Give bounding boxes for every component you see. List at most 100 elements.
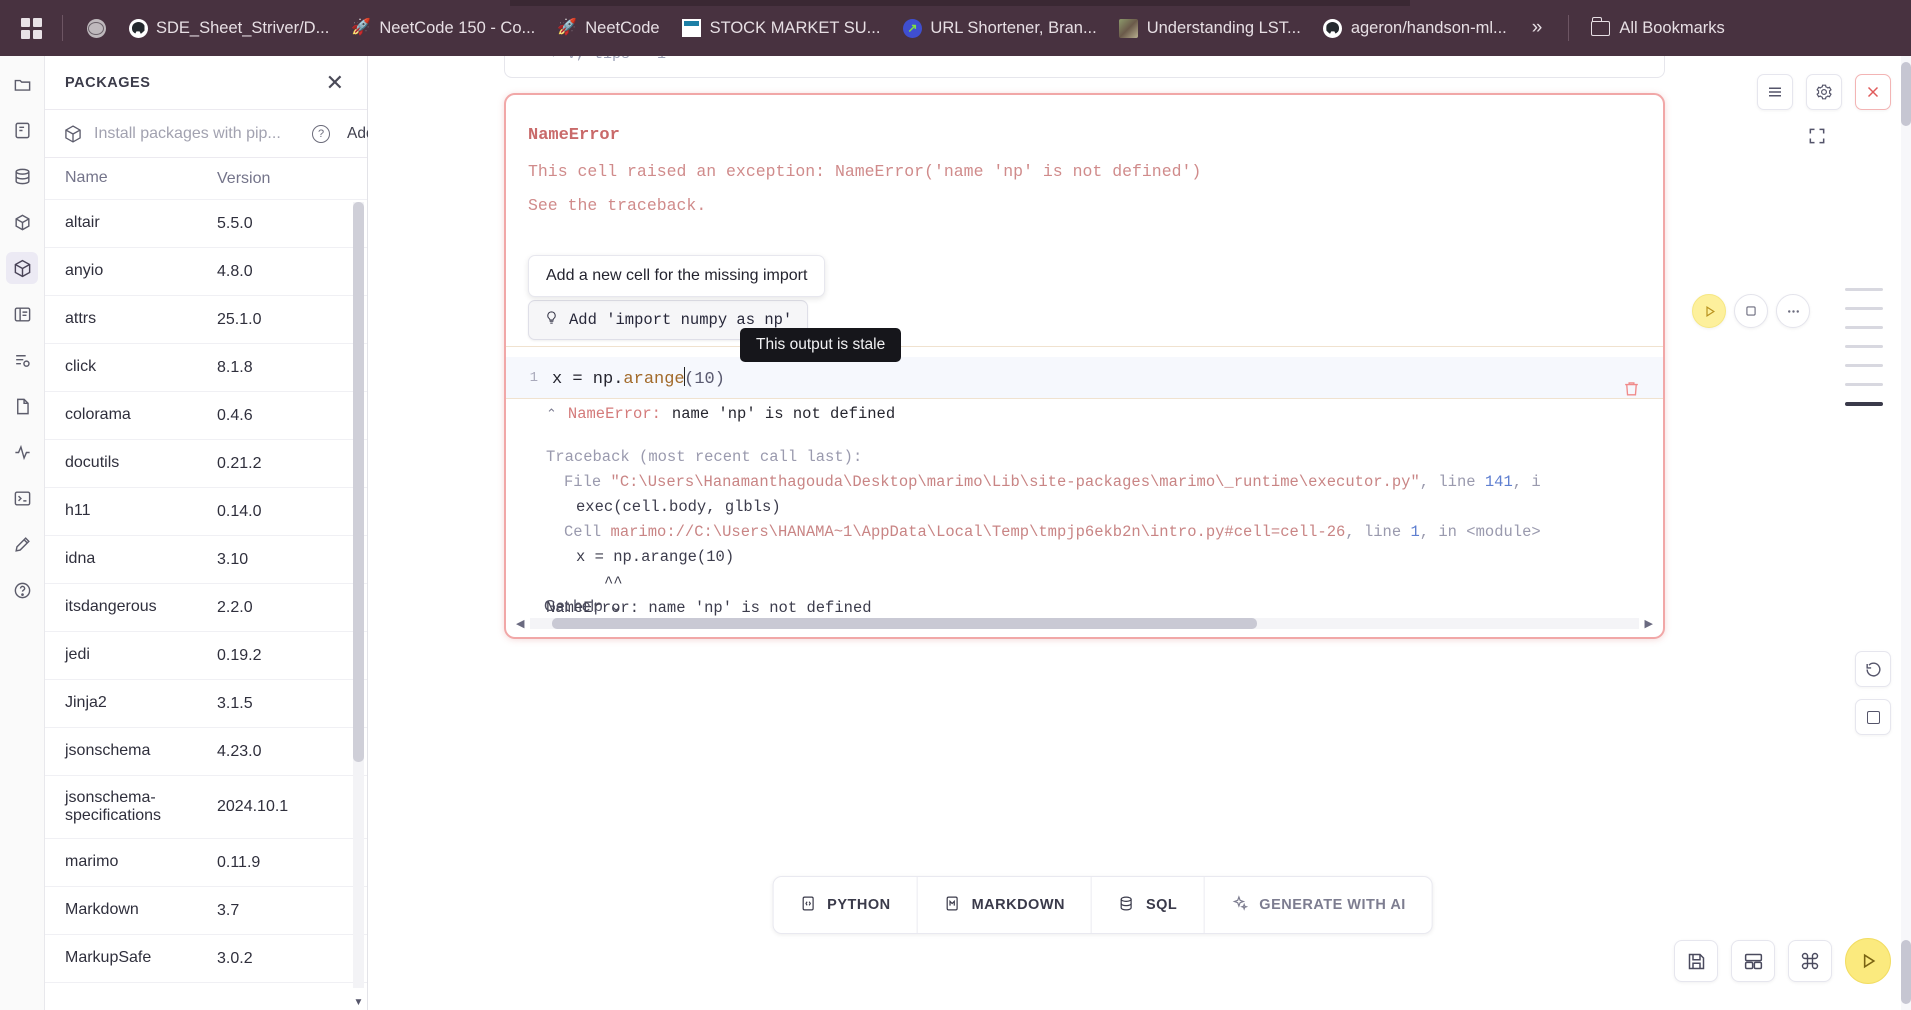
rail-snippets-icon[interactable] — [6, 390, 38, 422]
rail-scratchpad-icon[interactable] — [6, 528, 38, 560]
run-all-button[interactable] — [1845, 938, 1891, 984]
traceback-caret-line: ^^ — [604, 573, 623, 592]
menu-icon[interactable] — [1757, 74, 1793, 110]
traceback-horizontal-scrollbar[interactable]: ◀ ▶ — [516, 617, 1653, 630]
rail-files-icon[interactable] — [6, 68, 38, 100]
minimap-line[interactable] — [1845, 307, 1883, 310]
code-text[interactable]: x = np.arange(10) — [552, 366, 725, 389]
apps-grid-icon[interactable] — [14, 11, 48, 45]
table-row[interactable]: jedi 0.19.2 — [45, 632, 367, 680]
scrollbar-thumb-top[interactable] — [1901, 62, 1911, 126]
close-icon[interactable]: ✕ — [320, 70, 350, 96]
new-cell-python-button[interactable]: PYTHON — [773, 877, 918, 933]
tb-end: , in <module> — [1419, 523, 1541, 542]
stop-square-icon — [1866, 710, 1880, 724]
traceback-header[interactable]: ⌃ NameError: name 'np' is not defined — [546, 405, 1663, 423]
rail-variables-icon[interactable] — [6, 114, 38, 146]
package-name: MarkupSafe — [65, 949, 152, 967]
bookmark-item-6[interactable]: Understanding LST... — [1110, 13, 1310, 43]
scroll-right-icon[interactable]: ▶ — [1645, 617, 1653, 630]
table-row[interactable]: h11 0.14.0 — [45, 488, 367, 536]
minimap-line[interactable] — [1845, 364, 1883, 367]
cell-more-options-button[interactable] — [1776, 294, 1810, 328]
delete-cell-icon[interactable] — [1622, 379, 1641, 401]
bookmark-item-5[interactable]: ↗ URL Shortener, Bran... — [893, 13, 1105, 43]
tb-path: "C:\Users\Hanamanthagouda\Desktop\marimo… — [610, 473, 1420, 492]
new-cell-markdown-button[interactable]: MARKDOWN — [918, 877, 1092, 933]
chevron-up-icon[interactable]: ⌃ — [546, 407, 557, 422]
get-help-label: Get help — [544, 597, 603, 615]
packages-table: Name Version altair 5.5.0 anyio 4.8.0 at… — [45, 158, 367, 1010]
rail-datasources-icon[interactable] — [6, 160, 38, 192]
bookmark-label: NeetCode 150 - Co... — [379, 18, 536, 37]
bookmark-item-2[interactable]: 🚀 NeetCode 150 - Co... — [342, 13, 544, 43]
scroll-left-icon[interactable]: ◀ — [516, 617, 524, 630]
minimap-line[interactable] — [1845, 345, 1883, 348]
table-row[interactable]: marimo 0.11.9 — [45, 839, 367, 887]
table-row[interactable]: altair 5.5.0 — [45, 200, 367, 248]
minimap-line-current[interactable] — [1845, 402, 1883, 406]
rail-outline-icon[interactable] — [6, 298, 38, 330]
layout-button[interactable] — [1731, 940, 1775, 982]
table-row[interactable]: click 8.1.8 — [45, 344, 367, 392]
notebook-minimap[interactable] — [1845, 288, 1883, 406]
gear-icon[interactable] — [1806, 74, 1842, 110]
packages-panel: PACKAGES ✕ ? Add Name Version altair 5.5… — [45, 56, 375, 1010]
document-icon — [682, 18, 702, 38]
minimap-line[interactable] — [1845, 326, 1883, 329]
table-row[interactable]: Markdown 3.7 — [45, 887, 367, 935]
stop-cell-button[interactable] — [1734, 294, 1768, 328]
traceback-line: Traceback (most recent call last): — [546, 448, 863, 466]
code-line-row[interactable]: 1 x = np.arange(10) — [506, 357, 1663, 399]
packages-scrollbar[interactable]: ▼ — [353, 202, 364, 1008]
minimap-line[interactable] — [1845, 288, 1883, 291]
table-row[interactable]: attrs 25.1.0 — [45, 296, 367, 344]
table-row[interactable]: anyio 4.8.0 — [45, 248, 367, 296]
expand-icon[interactable] — [1807, 126, 1827, 149]
table-row[interactable]: jsonschema 4.23.0 — [45, 728, 367, 776]
scrollbar-thumb[interactable] — [353, 202, 364, 762]
all-bookmarks-button[interactable]: All Bookmarks — [1583, 14, 1732, 43]
notebook-vertical-scrollbar[interactable] — [1901, 56, 1911, 1010]
save-button[interactable] — [1674, 940, 1718, 982]
new-cell-ai-button[interactable]: GENERATE WITH AI — [1204, 877, 1432, 933]
bookmark-item-7[interactable]: ageron/handson-ml... — [1314, 13, 1516, 43]
close-icon[interactable] — [1855, 74, 1891, 110]
package-version: 5.5.0 — [217, 214, 253, 232]
table-row[interactable]: Jinja2 3.1.5 — [45, 680, 367, 728]
command-palette-button[interactable] — [1788, 940, 1832, 982]
rail-search-icon[interactable] — [6, 344, 38, 376]
table-row[interactable]: MarkupSafe 3.0.2 — [45, 935, 367, 983]
hscroll-thumb[interactable] — [552, 617, 1258, 629]
interrupt-icon[interactable] — [1855, 699, 1891, 735]
rail-packages-icon[interactable] — [6, 252, 38, 284]
package-name: colorama — [65, 406, 131, 424]
cell-action-buttons — [1692, 294, 1810, 328]
rail-logs-icon[interactable] — [6, 436, 38, 468]
scroll-down-icon[interactable]: ▼ — [353, 997, 364, 1008]
rail-terminal-icon[interactable] — [6, 482, 38, 514]
help-circle-icon[interactable]: ? — [312, 124, 330, 143]
get-help-button[interactable]: Get help ⌄ — [544, 597, 623, 616]
bookmark-item-1[interactable]: SDE_Sheet_Striver/D... — [119, 13, 338, 43]
table-row[interactable]: docutils 0.21.2 — [45, 440, 367, 488]
bookmark-item-0[interactable] — [77, 13, 115, 43]
rail-dependencies-icon[interactable] — [6, 206, 38, 238]
table-row[interactable]: itsdangerous 2.2.0 — [45, 584, 367, 632]
undo-icon[interactable] — [1855, 651, 1891, 687]
table-row[interactable]: colorama 0.4.6 — [45, 392, 367, 440]
scrollbar-thumb-bottom[interactable] — [1901, 940, 1911, 1004]
bookmark-item-3[interactable]: 🚀 NeetCode — [548, 13, 668, 43]
minimap-line[interactable] — [1845, 383, 1883, 386]
new-cell-sql-button[interactable]: SQL — [1092, 877, 1205, 933]
package-name: attrs — [65, 310, 97, 328]
run-cell-button[interactable] — [1692, 294, 1726, 328]
package-search-input[interactable] — [94, 124, 301, 143]
traceback-line: File "C:\Users\Hanamanthagouda\Desktop\m… — [546, 470, 1663, 495]
table-row[interactable]: jsonschema-specifications 2024.10.1 — [45, 776, 367, 839]
bookmark-item-4[interactable]: STOCK MARKET SU... — [673, 13, 890, 43]
bookmarks-overflow-button[interactable]: » — [1520, 13, 1555, 43]
rail-help-icon[interactable] — [6, 574, 38, 606]
previous-cell-preview[interactable]: + v, tips = 1 — [504, 56, 1665, 78]
table-row[interactable]: idna 3.10 — [45, 536, 367, 584]
